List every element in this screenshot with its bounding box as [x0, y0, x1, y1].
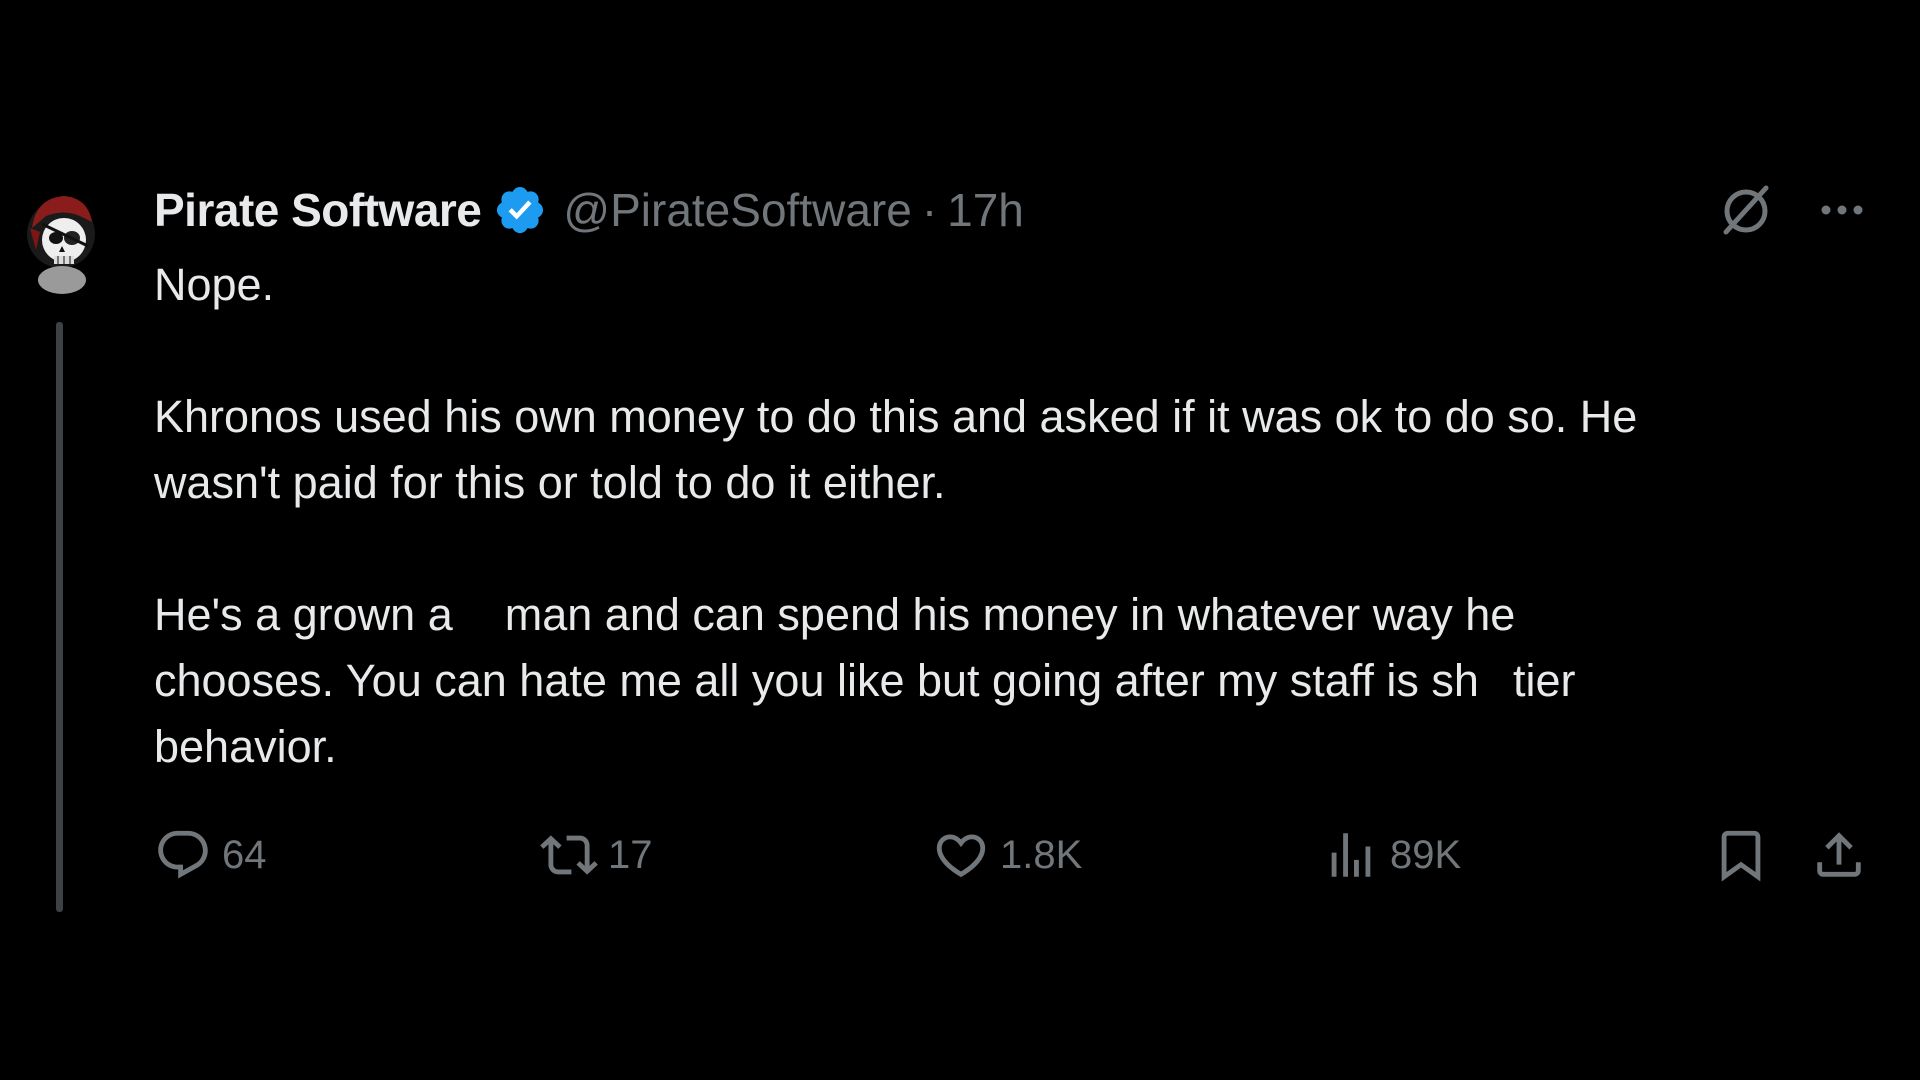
like-count: 1.8K [1000, 832, 1083, 877]
user-handle[interactable]: @PirateSoftware [563, 183, 911, 237]
tweet-line: wasn't paid for this or told to do it ei… [154, 457, 946, 508]
tweet-line: behavior. [154, 721, 337, 772]
tweet-line: He's a grown a man and can spend his mone… [154, 582, 1854, 648]
reply-count: 64 [222, 832, 267, 877]
avatar[interactable] [26, 188, 96, 294]
tweet-line: chooses. You can hate me all you like bu… [154, 648, 1854, 714]
reply-icon [158, 830, 208, 879]
like-button[interactable]: 1.8K [932, 820, 1082, 890]
verified-badge-icon[interactable] [493, 183, 547, 237]
views-chart-icon [1331, 833, 1371, 877]
timestamp[interactable]: 17h [947, 183, 1024, 237]
share-icon [1817, 832, 1861, 877]
tweet-actions-bar: 64 17 1.8K 89K [0, 820, 1920, 890]
tweet-line: Khronos used his own money to do this an… [154, 391, 1638, 442]
reply-button[interactable]: 64 [154, 820, 267, 890]
retweet-count: 17 [608, 832, 653, 877]
tweet-top-actions [1716, 178, 1868, 242]
tweet[interactable]: Pirate Software @PirateSoftware · 17h No… [0, 0, 1920, 1080]
separator-dot: · [921, 184, 938, 236]
tweet-text-fragment: chooses. You can hate me all you like bu… [154, 655, 1479, 706]
views-button[interactable]: 89K [1322, 820, 1461, 890]
grok-icon[interactable] [1716, 180, 1776, 240]
pirate-skull-avatar-icon [27, 196, 95, 294]
tweet-line: Nope. [154, 259, 275, 310]
tweet-text-fragment: man and can spend his money in whatever … [504, 589, 1516, 640]
tweet-text-fragment: tier [1512, 655, 1576, 706]
bookmark-icon [1721, 830, 1761, 882]
bookmark-button[interactable] [1712, 820, 1770, 890]
share-button[interactable] [1810, 820, 1868, 890]
tweet-text-fragment: He's a grown a [154, 589, 453, 640]
tweet-header: Pirate Software @PirateSoftware · 17h [154, 178, 1024, 242]
views-count: 89K [1390, 832, 1462, 877]
retweet-icon [540, 835, 598, 875]
retweet-button[interactable]: 17 [540, 820, 653, 890]
display-name[interactable]: Pirate Software [154, 183, 482, 237]
heart-icon [936, 834, 986, 878]
more-horizontal-icon[interactable] [1816, 184, 1868, 236]
tweet-text: Nope. Khronos used his own money to do t… [154, 252, 1854, 780]
